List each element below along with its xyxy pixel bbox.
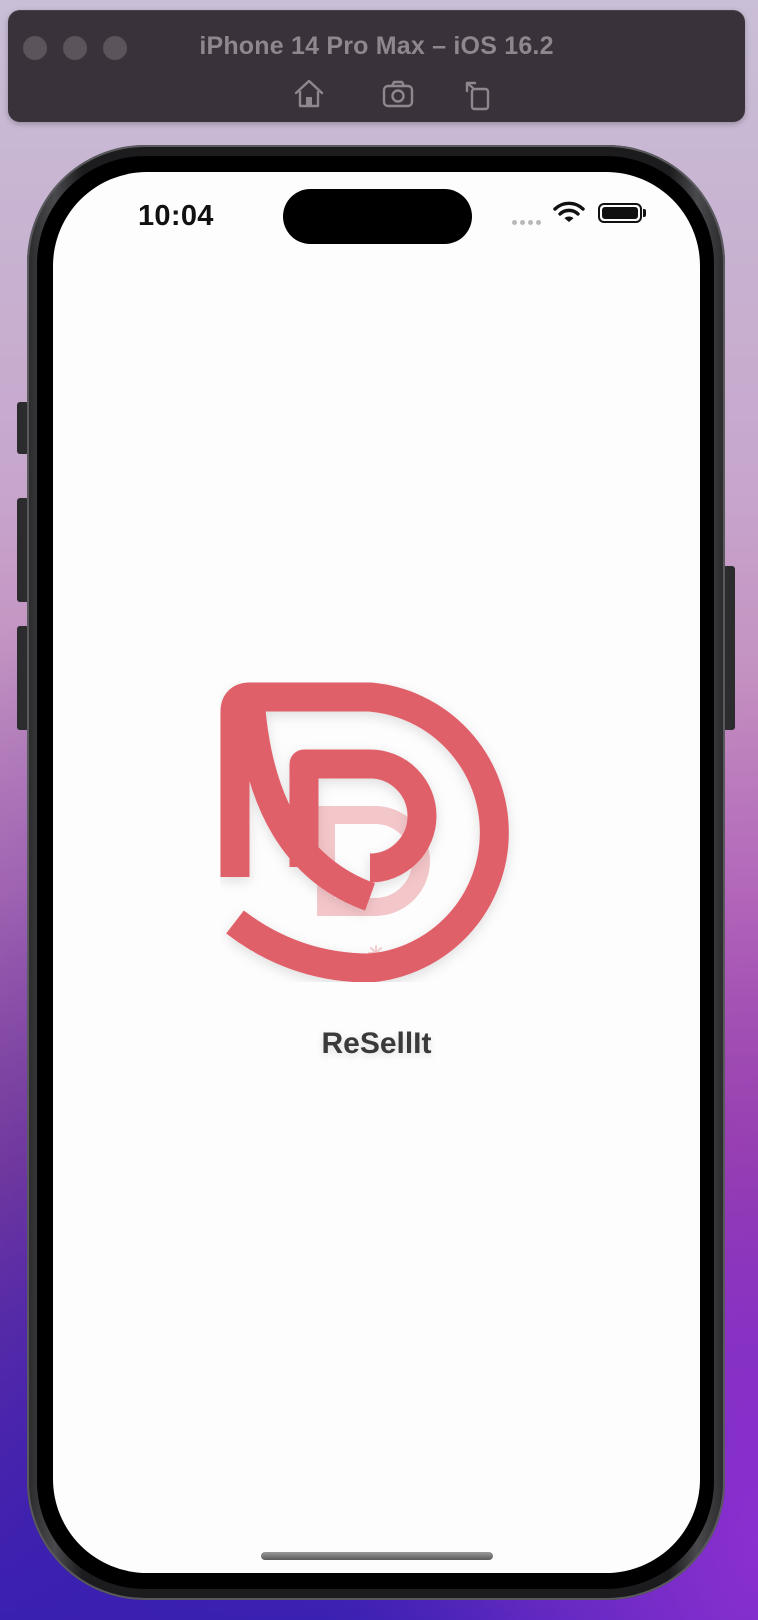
home-icon — [294, 79, 324, 108]
status-time: 10:04 — [138, 200, 214, 232]
home-button[interactable] — [291, 76, 327, 112]
home-indicator[interactable] — [261, 1552, 493, 1560]
device-screen[interactable]: 10:04 ReSellIt — [53, 172, 700, 1573]
simulator-titlebar: iPhone 14 Pro Max – iOS 16.2 — [8, 10, 745, 122]
screenshot-icon — [382, 80, 414, 108]
rotate-icon — [465, 81, 490, 111]
app-logo-icon — [220, 682, 509, 982]
wifi-icon — [553, 201, 585, 222]
screenshot-button[interactable] — [380, 76, 416, 112]
signal-icon — [512, 220, 541, 225]
rotate-button[interactable] — [460, 76, 496, 112]
battery-icon — [598, 203, 642, 223]
app-name: ReSellIt — [321, 1027, 432, 1060]
dynamic-island — [283, 189, 472, 244]
simulator-title: iPhone 14 Pro Max – iOS 16.2 — [199, 32, 554, 60]
battery-cap — [643, 209, 646, 217]
